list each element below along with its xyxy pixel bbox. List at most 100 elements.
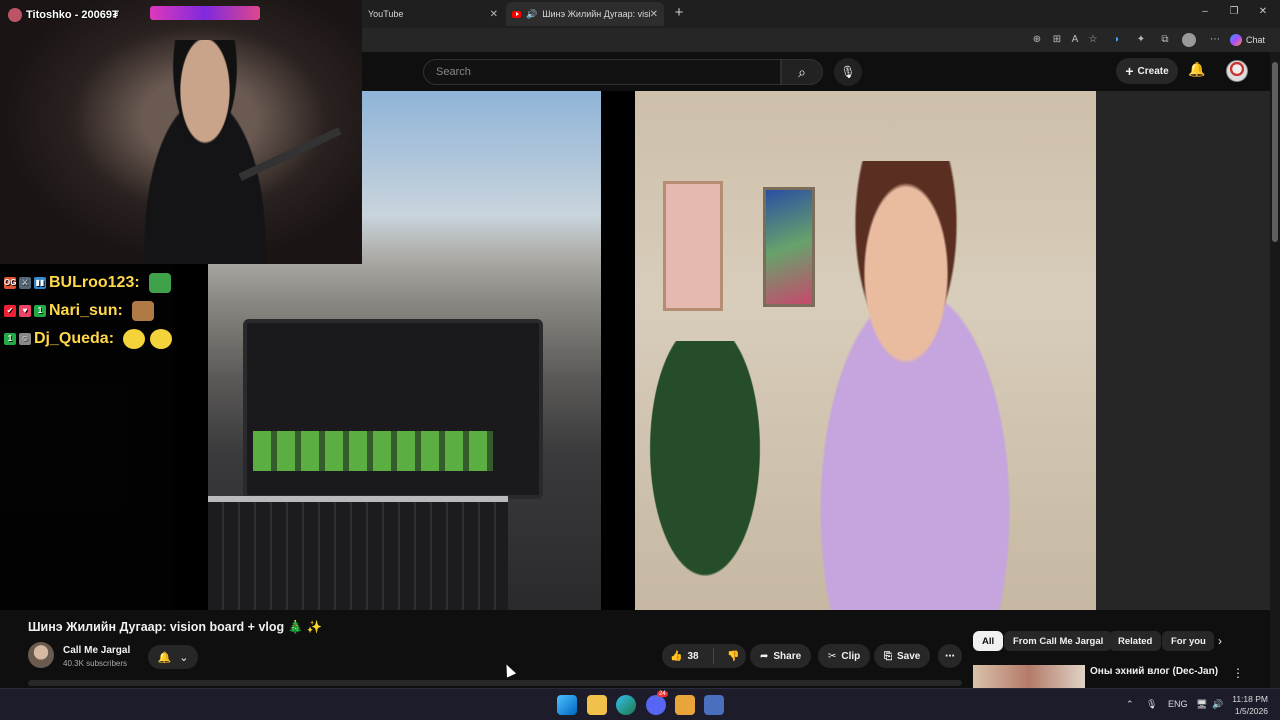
streamer-tag: Titoshko - 20069₮ <box>8 8 119 22</box>
save-label: Save <box>897 650 921 662</box>
tab-video[interactable]: 🔊 Шинэ Жилийн Дугаар: vision ✕ <box>506 2 664 26</box>
chip-for-you[interactable]: For you <box>1162 631 1214 651</box>
discord-badge: 24 <box>657 691 668 697</box>
plus-icon: + <box>1125 63 1134 79</box>
bookmark-icon: ⎘ <box>884 650 892 662</box>
voice-search-button[interactable]: 🎙 <box>834 58 862 86</box>
tray-chevron-icon[interactable]: ⌃ <box>1126 699 1134 710</box>
read-aloud-icon[interactable]: A <box>1068 33 1082 47</box>
chat-message: ✔ ♥ 1 Nari_sun: <box>4 300 154 322</box>
kebab-menu-icon[interactable]: ⋮ <box>1232 666 1244 680</box>
new-tab-button[interactable]: + <box>670 4 688 22</box>
streamer-image <box>120 40 290 264</box>
start-icon[interactable] <box>557 695 577 715</box>
streamer-name: Titoshko - 20069₮ <box>26 9 119 21</box>
menu-icon[interactable]: ⋯ <box>1208 33 1222 47</box>
scrollbar-thumb[interactable] <box>1272 62 1278 242</box>
video-pillarbox <box>1096 91 1270 610</box>
like-dislike-group: 👍 38 👎 <box>662 644 746 668</box>
like-count: 38 <box>687 650 699 662</box>
badge-icon: ☺ <box>19 333 31 345</box>
dog-emote-icon <box>131 301 154 321</box>
account-avatar[interactable] <box>1226 60 1248 82</box>
dislike-button[interactable]: 👎 <box>719 651 739 662</box>
app-icon[interactable] <box>675 695 695 715</box>
close-window-button[interactable]: ✕ <box>1256 6 1270 17</box>
mic-tray-icon[interactable]: 🎙 <box>1146 699 1157 710</box>
bell-icon: 🔔 <box>157 651 172 664</box>
chat-username: Nari_sun: <box>49 302 123 319</box>
network-icon[interactable]: 🖥 <box>1196 699 1207 710</box>
chat-label: Chat <box>1246 35 1266 45</box>
tab-close-icon[interactable]: ✕ <box>490 9 498 20</box>
volume-icon[interactable]: 🔊 <box>1212 699 1223 710</box>
collections-icon[interactable]: ⧉ <box>1158 33 1172 47</box>
more-actions-button[interactable]: ⋯ <box>938 644 962 668</box>
page-scrollbar[interactable] <box>1270 52 1280 688</box>
frog-emote-icon <box>148 273 171 293</box>
subscription-bell-button[interactable]: 🔔 ⌄ <box>148 645 198 669</box>
restore-button[interactable]: ❐ <box>1227 6 1241 17</box>
streamer-webcam <box>0 0 362 264</box>
chip-all[interactable]: All <box>973 631 1004 651</box>
search-input[interactable]: Search <box>423 59 781 85</box>
badge-icon: 1 <box>4 333 16 345</box>
video-divider <box>601 91 635 610</box>
tab-title: YouTube <box>368 9 404 19</box>
search-button[interactable]: ⌕ <box>781 59 823 85</box>
badge-icon: ✔ <box>4 305 16 317</box>
timeline-image <box>253 431 493 471</box>
streamer-avatar <box>8 8 22 22</box>
language-indicator[interactable]: ENG <box>1168 699 1188 709</box>
like-button[interactable]: 👍 38 <box>662 648 714 664</box>
copilot-icon <box>1230 34 1242 46</box>
badge-icon: ♥ <box>19 305 31 317</box>
edge-icon[interactable] <box>616 695 636 715</box>
clock[interactable]: 11:18 PM 1/5/2026 <box>1228 693 1268 717</box>
share-label: Share <box>773 650 802 662</box>
recommended-thumbnail[interactable] <box>973 665 1085 688</box>
save-button[interactable]: ⎘ Save <box>874 644 931 668</box>
wall-poster-image <box>663 181 723 311</box>
translate-icon[interactable]: ⊕ <box>1030 33 1044 47</box>
recommended-title[interactable]: Оны эхний влог (Dec-Jan) <box>1090 666 1218 677</box>
chevron-right-icon[interactable]: › <box>1218 634 1222 648</box>
tab-close-icon[interactable]: ✕ <box>650 9 658 20</box>
youtube-header: Search ⌕ 🎙 + Create 🔔 <box>362 52 1280 91</box>
chat-message: 1 ☺ Dj_Queda: <box>4 328 173 350</box>
taskbar: 24 ⌃ 🎙 ENG 🖥 🔊 11:18 PM 1/5/2026 <box>0 688 1280 720</box>
minimize-button[interactable]: – <box>1198 6 1212 17</box>
smiley-emote-icon <box>150 329 173 349</box>
woman-image <box>765 161 1065 610</box>
calculator-icon[interactable] <box>704 695 724 715</box>
share-icon: ➦ <box>760 650 769 662</box>
description-box[interactable] <box>28 680 962 686</box>
share-button[interactable]: ➦ Share <box>750 644 812 668</box>
favorite-icon[interactable]: ☆ <box>1086 33 1100 47</box>
video-title: Шинэ Жилийн Дугаар: vision board + vlog … <box>28 620 323 634</box>
channel-avatar[interactable] <box>28 642 54 668</box>
extensions-icon[interactable]: ⊞ <box>1050 33 1064 47</box>
microphone-icon: 🎙 <box>840 65 856 79</box>
notifications-bell-icon[interactable]: 🔔 <box>1188 61 1205 78</box>
thumbs-up-icon: 👍 <box>670 650 683 662</box>
clip-button[interactable]: ✂ Clip <box>818 644 871 668</box>
chip-from-channel[interactable]: From Call Me Jargal <box>1004 631 1113 651</box>
tab-youtube[interactable]: YouTube ✕ <box>362 2 504 26</box>
puzzle-icon[interactable]: ✦ <box>1134 33 1148 47</box>
speaker-icon[interactable]: 🔊 <box>526 9 537 20</box>
chat-username: Dj_Queda: <box>34 330 115 347</box>
profile-icon[interactable] <box>1182 33 1196 47</box>
chip-related[interactable]: Related <box>1109 631 1162 651</box>
file-explorer-icon[interactable] <box>587 695 607 715</box>
copilot-chat-button[interactable]: Chat <box>1230 32 1265 48</box>
video-right-scene <box>635 91 1096 610</box>
video-details: Шинэ Жилийн Дугаар: vision board + vlog … <box>0 610 1280 688</box>
smiley-emote-icon <box>123 329 146 349</box>
create-button[interactable]: + Create <box>1116 58 1178 84</box>
bing-icon[interactable]: ◗ <box>1110 33 1124 47</box>
discord-icon[interactable]: 24 <box>646 691 668 715</box>
laptop-image <box>243 319 543 499</box>
channel-name[interactable]: Call Me Jargal <box>63 645 130 656</box>
chat-message: OG ⚔ ▮▮ BULroo123: <box>4 272 171 294</box>
